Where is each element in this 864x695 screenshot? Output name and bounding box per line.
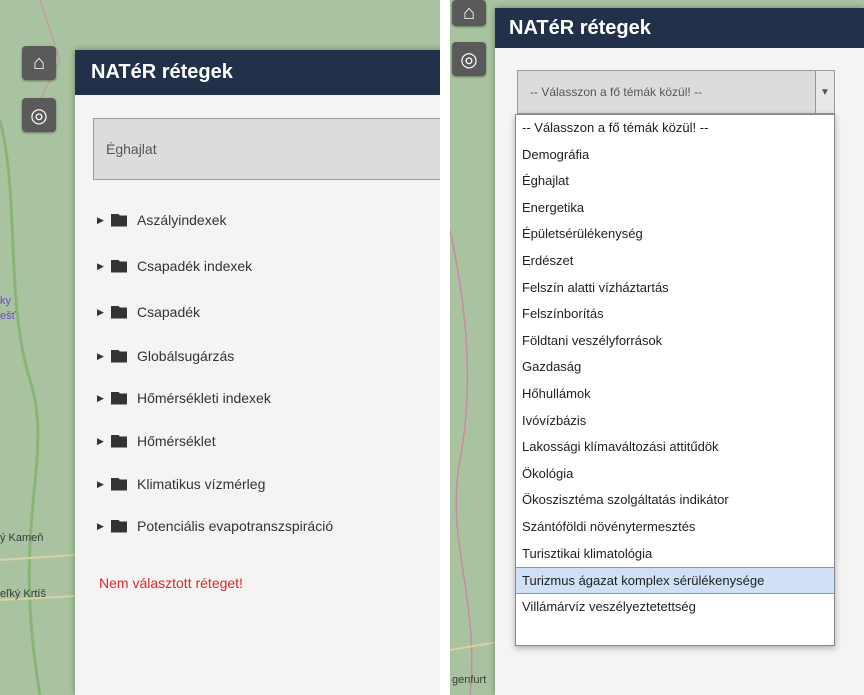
dropdown-option[interactable]: Földtani veszélyforrások — [516, 328, 834, 355]
caret-right-icon[interactable]: ▶ — [97, 215, 111, 226]
panel-title: NATéR rétegek — [91, 61, 233, 83]
dropdown-option[interactable]: Éghajlat — [516, 168, 834, 195]
caret-right-icon[interactable]: ▶ — [97, 521, 111, 532]
dropdown-option[interactable]: Energetika — [516, 195, 834, 222]
crosshair-icon: ◎ — [460, 48, 478, 71]
layer-group-label: Aszályindexek — [137, 212, 227, 228]
map-label: ý Kameň — [0, 532, 44, 544]
caret-right-icon[interactable]: ▶ — [97, 479, 111, 490]
dropdown-option[interactable]: -- Válasszon a fő témák közül! -- — [516, 115, 834, 142]
layer-group-item[interactable]: ▶ Aszályindexek — [97, 212, 227, 228]
layer-group-item[interactable]: ▶ Hőmérsékleti indexek — [97, 390, 271, 406]
dropdown-option[interactable]: Turisztikai klimatológia — [516, 541, 834, 568]
folder-icon — [111, 519, 127, 533]
caret-right-icon[interactable]: ▶ — [97, 393, 111, 404]
locate-button[interactable]: ◎ — [22, 98, 56, 132]
home-button[interactable]: ⌂ — [22, 46, 56, 80]
panel-title: NATéR rétegek — [509, 16, 651, 39]
map-label: ky — [0, 295, 11, 307]
folder-icon — [111, 434, 127, 448]
theme-select[interactable]: Éghajlat — [93, 118, 440, 180]
dropdown-option[interactable]: Ökológia — [516, 461, 834, 488]
layer-group-label: Hőmérséklet — [137, 433, 216, 449]
folder-icon — [111, 259, 127, 273]
layer-group-label: Csapadék — [137, 304, 201, 320]
locate-button[interactable]: ◎ — [452, 42, 486, 76]
dropdown-option[interactable]: Felszínborítás — [516, 301, 834, 328]
layer-group-item[interactable]: ▶ Csapadék — [97, 304, 200, 320]
caret-right-icon[interactable]: ▶ — [97, 307, 111, 318]
dropdown-option[interactable]: Demográfia — [516, 142, 834, 169]
theme-dropdown-list: -- Válasszon a fő témák közül! -- Demogr… — [515, 114, 835, 646]
layer-group-label: Hőmérsékleti indexek — [137, 390, 271, 406]
screenshot-divider — [440, 0, 450, 695]
dropdown-option[interactable]: Ivóvízbázis — [516, 408, 834, 435]
caret-right-icon[interactable]: ▶ — [97, 261, 111, 272]
dropdown-option[interactable]: Hőhullámok — [516, 381, 834, 408]
folder-icon — [111, 391, 127, 405]
status-text: Nem választott réteget! — [99, 575, 243, 591]
dropdown-option[interactable]: Erdészet — [516, 248, 834, 275]
panel-header: NATéR rétegek — [75, 50, 440, 95]
right-screenshot: genfurt ⌂ ◎ NATéR rétegek -- Válasszon a… — [450, 0, 864, 695]
layer-group-item[interactable]: ▶ Hőmérséklet — [97, 433, 216, 449]
dropdown-option-highlighted[interactable]: Turizmus ágazat komplex sérülékenysége — [516, 567, 834, 594]
dropdown-option[interactable]: Épületsérülékenység — [516, 221, 834, 248]
caret-right-icon[interactable]: ▶ — [97, 351, 111, 362]
dropdown-option[interactable]: Ökoszisztéma szolgáltatás indikátor — [516, 487, 834, 514]
folder-icon — [111, 213, 127, 227]
dropdown-option[interactable]: Villámárvíz veszélyeztetettség — [516, 594, 834, 621]
dropdown-option[interactable]: Lakossági klímaváltozási attitűdök — [516, 434, 834, 461]
folder-icon — [111, 477, 127, 491]
home-button[interactable]: ⌂ — [452, 0, 486, 26]
layers-panel: NATéR rétegek Éghajlat ▶ Aszályindexek ▶… — [75, 50, 440, 695]
theme-select-value: -- Válasszon a fő témák közül! -- — [530, 85, 703, 99]
crosshair-icon: ◎ — [30, 104, 48, 127]
theme-select[interactable]: -- Válasszon a fő témák közül! -- ▼ — [517, 70, 835, 114]
layer-group-item[interactable]: ▶ Globálsugárzás — [97, 348, 234, 364]
layer-group-item[interactable]: ▶ Klimatikus vízmérleg — [97, 476, 265, 492]
layer-group-label: Globálsugárzás — [137, 348, 235, 364]
folder-icon — [111, 349, 127, 363]
left-screenshot: ky ešť ý Kameň eľký Krtíš ⌂ ◎ NATéR réte… — [0, 0, 440, 695]
map-label: genfurt — [452, 674, 487, 686]
layers-panel: NATéR rétegek -- Válasszon a fő témák kö… — [495, 8, 864, 695]
dropdown-option[interactable]: Felszín alatti vízháztartás — [516, 275, 834, 302]
chevron-down-icon[interactable]: ▼ — [815, 71, 834, 113]
home-icon: ⌂ — [462, 1, 476, 24]
map-label: eľký Krtíš — [0, 588, 46, 600]
dropdown-option[interactable]: Szántóföldi növénytermesztés — [516, 514, 834, 541]
dropdown-option[interactable]: Gazdaság — [516, 354, 834, 381]
home-icon: ⌂ — [32, 51, 46, 74]
folder-icon — [111, 305, 127, 319]
layer-group-label: Klimatikus vízmérleg — [137, 476, 266, 492]
caret-right-icon[interactable]: ▶ — [97, 436, 111, 447]
layer-group-item[interactable]: ▶ Csapadék indexek — [97, 258, 252, 274]
panel-header: NATéR rétegek — [495, 8, 864, 48]
layer-group-item[interactable]: ▶ Potenciális evapotranszspiráció — [97, 518, 333, 534]
layer-group-label: Potenciális evapotranszspiráció — [137, 518, 334, 534]
map-label: ešť — [0, 310, 16, 322]
layer-group-label: Csapadék indexek — [137, 258, 253, 274]
theme-select-value: Éghajlat — [106, 141, 157, 157]
